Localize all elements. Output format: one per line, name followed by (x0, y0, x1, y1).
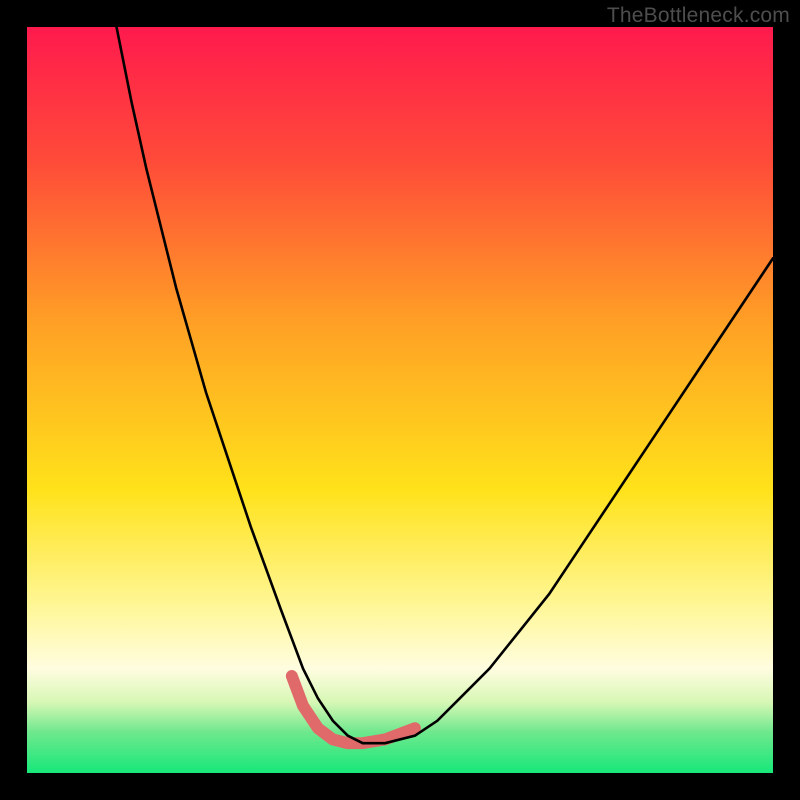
watermark-text: TheBottleneck.com (607, 4, 790, 28)
chart-frame: TheBottleneck.com (0, 0, 800, 800)
chart-plot (27, 27, 773, 773)
